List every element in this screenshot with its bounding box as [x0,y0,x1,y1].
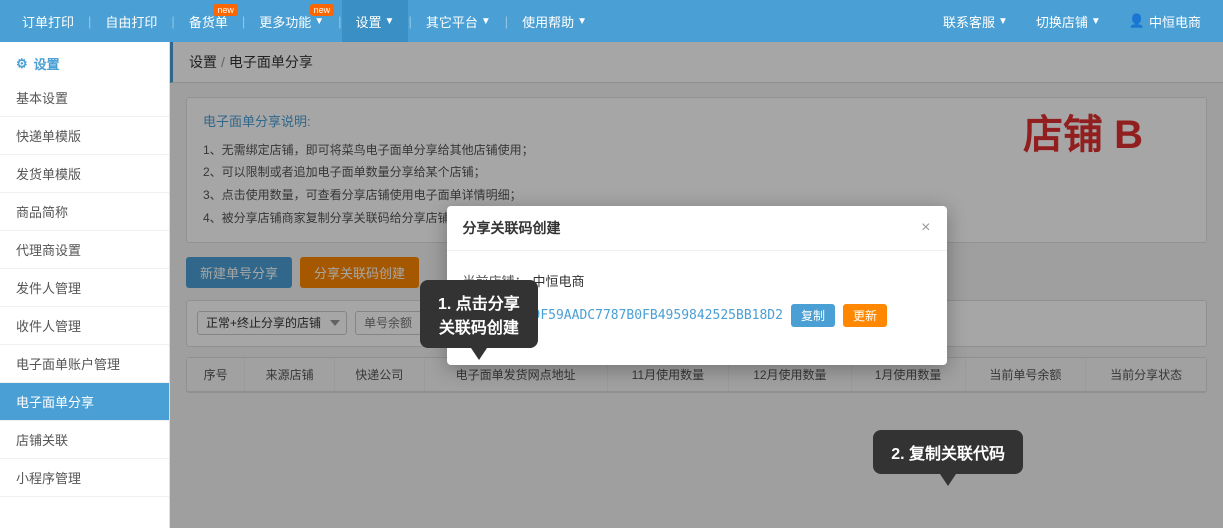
dropdown-arrow-settings: ▼ [385,16,395,27]
sidebar-item-recipient-management[interactable]: 收件人管理 [0,307,169,345]
sidebar-item-basic-settings[interactable]: 基本设置 [0,79,169,117]
tooltip-2: 2. 复制关联代码 [873,430,1023,474]
modal-store-value: 中恒电商 [533,271,585,290]
modal-code-group: 9F59AADC7787B0FB4959842525BB18D2 复制 更新 [533,304,887,327]
dropdown-arrow-help: ▼ [577,16,587,27]
modal-code-value: 9F59AADC7787B0FB4959842525BB18D2 [533,308,783,323]
gear-icon: ⚙ [16,56,28,72]
dropdown-arrow-cs: ▼ [998,16,1008,27]
nav-item-backup-order[interactable]: 备货单 new [175,0,242,42]
top-nav: 订单打印 | 自由打印 | 备货单 new | 更多功能 new ▼ | 设置 … [0,0,1223,42]
user-icon: 👤 [1129,13,1145,29]
sidebar-item-agent-settings[interactable]: 代理商设置 [0,231,169,269]
nav-item-other-platform[interactable]: 其它平台 ▼ [412,0,505,42]
sidebar-item-sender-management[interactable]: 发件人管理 [0,269,169,307]
copy-button[interactable]: 复制 [791,304,835,327]
modal-header: 分享关联码创建 × [447,206,947,251]
modal-close-button[interactable]: × [921,219,930,237]
nav-item-settings[interactable]: 设置 ▼ [342,0,409,42]
dropdown-arrow-more: ▼ [314,16,324,27]
sidebar-item-store-link[interactable]: 店铺关联 [0,421,169,459]
nav-user[interactable]: 👤 中恒电商 [1115,0,1215,42]
update-button[interactable]: 更新 [843,304,887,327]
sidebar-item-product-shortname[interactable]: 商品简称 [0,193,169,231]
nav-right: 联系客服 ▼ 切换店铺 ▼ 👤 中恒电商 [929,0,1215,42]
dropdown-arrow-store: ▼ [1091,16,1101,27]
nav-item-more-functions[interactable]: 更多功能 new ▼ [245,0,338,42]
sidebar-item-miniprogram[interactable]: 小程序管理 [0,459,169,497]
modal-overlay[interactable]: 分享关联码创建 × 当前店铺： 中恒电商 关联代码： 9F59AADC7787B… [170,42,1223,528]
sidebar-item-electronic-share[interactable]: 电子面单分享 [0,383,169,421]
badge-new-1: new [213,4,238,16]
sidebar-item-delivery-template[interactable]: 发货单模版 [0,155,169,193]
modal-title: 分享关联码创建 [463,218,561,238]
nav-item-free-print[interactable]: 自由打印 [91,0,171,42]
main-content: 设置 / 电子面单分享 店铺 B 电子面单分享说明: 1、无需绑定店铺，即可将菜… [170,42,1223,528]
tooltip-1: 1. 点击分享 关联码创建 [420,280,538,348]
nav-item-help[interactable]: 使用帮助 ▼ [508,0,601,42]
dropdown-arrow-platform: ▼ [481,16,491,27]
nav-item-order-print[interactable]: 订单打印 [8,0,88,42]
sidebar-section-title: ⚙ 设置 [0,42,169,79]
sidebar-item-express-template[interactable]: 快递单模版 [0,117,169,155]
nav-switch-store[interactable]: 切换店铺 ▼ [1022,0,1115,42]
sidebar-item-electronic-account[interactable]: 电子面单账户管理 [0,345,169,383]
badge-new-2: new [310,4,335,16]
nav-customer-service[interactable]: 联系客服 ▼ [929,0,1022,42]
sidebar: ⚙ 设置 基本设置 快递单模版 发货单模版 商品简称 代理商设置 发件人管理 收… [0,42,170,528]
